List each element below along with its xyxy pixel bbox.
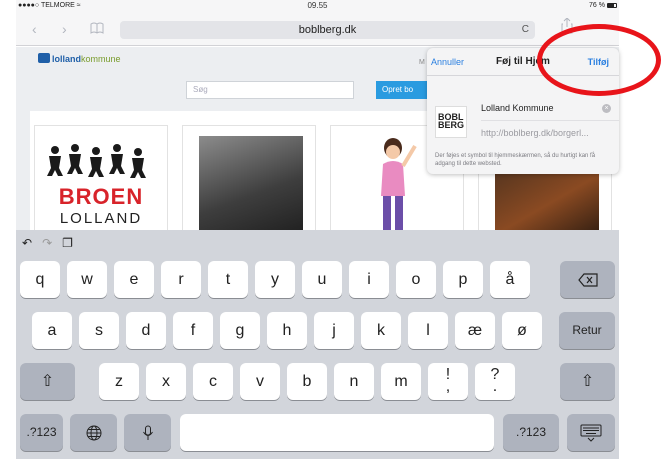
keyboard-shortcuts-bar: ↶↷❐ (22, 236, 83, 250)
trench-photo-image (199, 136, 303, 230)
globe-key[interactable] (70, 414, 117, 451)
key-g[interactable]: g (220, 312, 260, 349)
key-w[interactable]: w (67, 261, 107, 298)
key-z[interactable]: z (99, 363, 139, 400)
url-text: boblberg.dk (298, 24, 357, 36)
key-j[interactable]: j (314, 312, 354, 349)
key-b[interactable]: b (287, 363, 327, 400)
dictation-key[interactable] (124, 414, 171, 451)
key-a[interactable]: a (32, 312, 72, 349)
backspace-icon (577, 273, 598, 287)
key-exclaim-comma[interactable]: ! , (428, 363, 468, 400)
key-d[interactable]: d (126, 312, 166, 349)
status-bar: ●●●●○ TELMORE ≈ 09.55 76 % (16, 0, 619, 12)
key-p[interactable]: p (443, 261, 483, 298)
hide-keyboard-icon (580, 424, 602, 442)
numbers-key-left[interactable]: .?123 (20, 414, 63, 451)
site-icon-preview: BOBL BERG (435, 106, 467, 138)
divider (481, 120, 619, 121)
microphone-icon (142, 425, 153, 440)
card-subtitle: LOLLAND (59, 210, 143, 227)
key-h[interactable]: h (267, 312, 307, 349)
site-search-input[interactable]: Søg (186, 81, 354, 99)
woman-illustration-icon (381, 138, 417, 230)
hide-keyboard-key[interactable] (567, 414, 615, 451)
back-chevron-icon[interactable]: ‹ (32, 22, 37, 36)
numbers-key-right[interactable]: .?123 (503, 414, 559, 451)
key-o[interactable]: o (396, 261, 436, 298)
key-c[interactable]: c (193, 363, 233, 400)
reload-icon[interactable]: C (522, 21, 529, 39)
key-k[interactable]: k (361, 312, 401, 349)
key-n[interactable]: n (334, 363, 374, 400)
address-bar[interactable]: boblberg.dk C (120, 21, 535, 39)
shift-key-right[interactable]: ⇧ (560, 363, 615, 400)
card-title: BROEN (58, 184, 144, 209)
forward-chevron-icon[interactable]: › (62, 22, 67, 36)
people-figures-icon (47, 144, 146, 178)
browser-toolbar: ‹ › boblberg.dk C (16, 12, 619, 46)
site-logo[interactable]: lollandkommune (38, 53, 121, 64)
backspace-key[interactable] (560, 261, 615, 298)
key-f[interactable]: f (173, 312, 213, 349)
bookmark-url: http://boblberg.dk/borgerl... (481, 128, 589, 138)
key-y[interactable]: y (255, 261, 295, 298)
shift-key-left[interactable]: ⇧ (20, 363, 75, 400)
globe-icon (86, 425, 101, 441)
key-i[interactable]: i (349, 261, 389, 298)
key-u[interactable]: u (302, 261, 342, 298)
clock: 09.55 (307, 1, 328, 10)
onscreen-keyboard: ↶↷❐ q w e r t y u i o p å a s d f g h j … (16, 230, 619, 459)
undo-icon[interactable]: ↶ (22, 236, 42, 250)
clear-text-icon[interactable]: × (602, 104, 611, 113)
key-aa[interactable]: å (490, 261, 530, 298)
key-x[interactable]: x (146, 363, 186, 400)
card-trench-photo[interactable] (182, 125, 316, 230)
key-q[interactable]: q (20, 261, 60, 298)
key-question-period[interactable]: ? . (475, 363, 515, 400)
key-ae[interactable]: æ (455, 312, 495, 349)
battery-percent: 76 % (589, 2, 605, 9)
key-e[interactable]: e (114, 261, 154, 298)
key-v[interactable]: v (240, 363, 280, 400)
card-broen-lolland[interactable]: BROEN LOLLAND (34, 125, 168, 230)
redo-icon[interactable]: ↷ (42, 236, 62, 250)
shift-icon: ⇧ (40, 373, 55, 390)
key-s[interactable]: s (79, 312, 119, 349)
key-m[interactable]: m (381, 363, 421, 400)
battery-icon (607, 3, 617, 8)
bookmarks-icon[interactable] (90, 22, 104, 36)
key-t[interactable]: t (208, 261, 248, 298)
space-bar[interactable] (180, 414, 494, 451)
logo-mark-icon (38, 53, 50, 63)
key-r[interactable]: r (161, 261, 201, 298)
return-key[interactable]: Retur (559, 312, 615, 349)
behind-text: M (419, 59, 425, 66)
key-l[interactable]: l (408, 312, 448, 349)
paste-icon[interactable]: ❐ (62, 236, 83, 250)
key-oe[interactable]: ø (502, 312, 542, 349)
bookmark-name-field[interactable]: Lolland Kommune (481, 103, 554, 113)
shift-icon: ⇧ (580, 373, 595, 390)
popover-description: Der føjes et symbol til hjemmeskærmen, s… (435, 153, 596, 167)
highlight-circle (537, 24, 661, 96)
